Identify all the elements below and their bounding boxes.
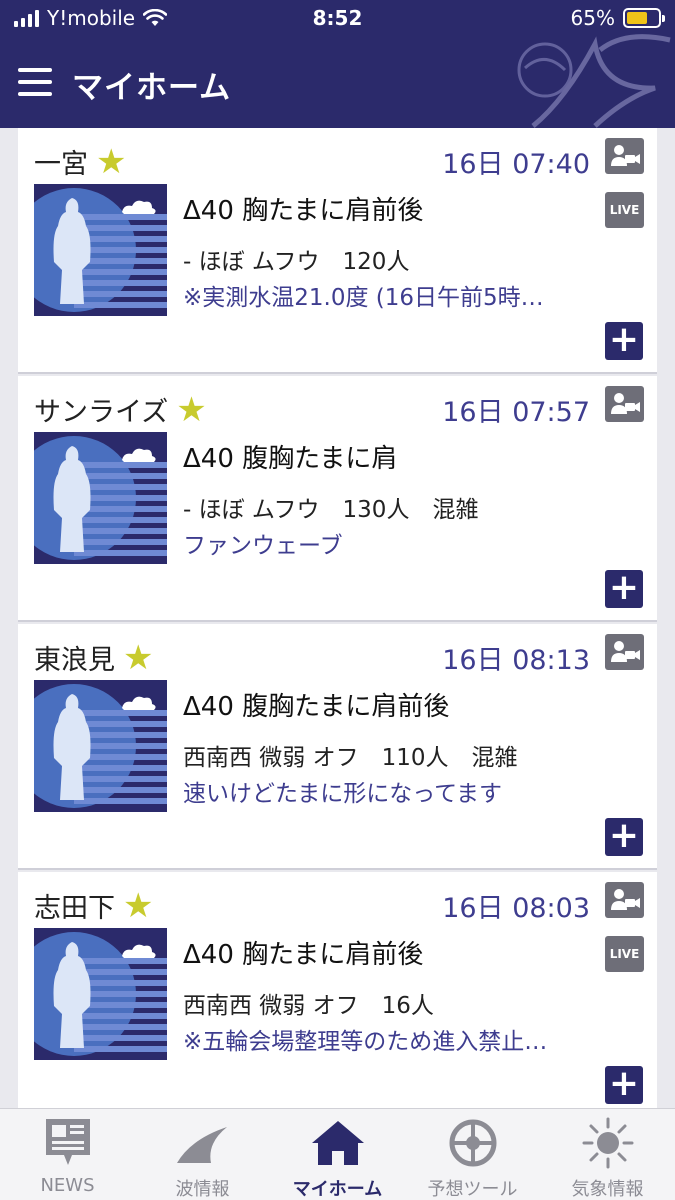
tab-label: 波情報 xyxy=(175,1179,230,1200)
tab-label: マイホーム xyxy=(292,1179,383,1200)
wind-crowd-info: 西南西 微弱 オフ 16人 xyxy=(183,993,434,1019)
hamburger-menu-icon[interactable] xyxy=(18,68,52,96)
favorite-star-icon[interactable]: ★ xyxy=(176,393,206,427)
wave-thumbnail xyxy=(34,680,167,812)
favorite-star-icon[interactable]: ★ xyxy=(123,889,153,923)
battery-percent: 65% xyxy=(570,6,615,30)
spot-name: 志田下 xyxy=(34,893,115,924)
app-header: Y!mobile 8:52 65% マイホーム xyxy=(0,0,675,128)
spot-list[interactable]: 一宮 ★ 16日 07:40 LIVE Δ40 胸たまに肩前後 - ほぼ ムフウ… xyxy=(18,128,657,1108)
spot-card[interactable]: 志田下 ★ 16日 08:03 LIVE Δ40 胸たまに肩前後 西南西 微弱 … xyxy=(18,872,657,1108)
wave-size: Δ40 胸たまに肩前後 xyxy=(183,196,424,226)
wave-size: Δ40 腹胸たまに肩 xyxy=(183,444,398,474)
wind-crowd-info: 西南西 微弱 オフ 110人 混雑 xyxy=(183,745,518,771)
spot-card[interactable]: 一宮 ★ 16日 07:40 LIVE Δ40 胸たまに肩前後 - ほぼ ムフウ… xyxy=(18,128,657,374)
spot-comment[interactable]: ※五輪会場整理等のため進入禁止… xyxy=(183,1022,547,1056)
spot-name-row: サンライズ ★ xyxy=(34,390,207,429)
wave-size: Δ40 胸たまに肩前後 xyxy=(183,940,424,970)
spot-comment[interactable]: ファンウェーブ xyxy=(183,526,343,560)
wind-crowd-info: - ほぼ ムフウ 120人 xyxy=(183,249,410,275)
page-title: マイホーム xyxy=(72,70,232,106)
tab-forecast[interactable]: 予想ツール xyxy=(405,1109,540,1200)
tab-label: 予想ツール xyxy=(427,1179,518,1200)
camera-icon[interactable] xyxy=(605,634,644,670)
spot-name-row: 東浪見 ★ xyxy=(34,638,153,677)
wave-size: Δ40 腹胸たまに肩前後 xyxy=(183,692,450,722)
add-button[interactable]: + xyxy=(605,570,643,608)
live-badge[interactable]: LIVE xyxy=(605,192,644,228)
spot-name-row: 志田下 ★ xyxy=(34,886,153,925)
report-datetime: 16日 07:40 xyxy=(442,149,590,180)
add-button[interactable]: + xyxy=(605,322,643,360)
battery-icon xyxy=(623,8,665,28)
wave-thumbnail xyxy=(34,432,167,564)
favorite-star-icon[interactable]: ★ xyxy=(123,641,153,675)
tab-bar: NEWS 波情報 マイホーム 予想ツール 気象情報 xyxy=(0,1108,675,1200)
spot-card[interactable]: 東浪見 ★ 16日 08:13 Δ40 腹胸たまに肩前後 西南西 微弱 オフ 1… xyxy=(18,624,657,870)
tab-wave-info[interactable]: 波情報 xyxy=(135,1109,270,1200)
wave-thumbnail xyxy=(34,928,167,1060)
tab-news[interactable]: NEWS xyxy=(0,1109,135,1200)
spot-name: 一宮 xyxy=(34,149,88,180)
tab-label: NEWS xyxy=(40,1175,95,1196)
weather-icon xyxy=(582,1117,633,1169)
brand-logo xyxy=(517,34,671,128)
report-datetime: 16日 07:57 xyxy=(442,397,590,428)
wave-thumbnail xyxy=(34,184,167,316)
add-button[interactable]: + xyxy=(605,1066,643,1104)
camera-icon[interactable] xyxy=(605,882,644,918)
wind-crowd-info: - ほぼ ムフウ 130人 混雑 xyxy=(183,497,479,523)
spot-comment[interactable]: 速いけどたまに形になってます xyxy=(183,774,502,808)
tab-my-home[interactable]: マイホーム xyxy=(270,1109,405,1200)
spot-comment[interactable]: ※実測水温21.0度 (16日午前5時… xyxy=(183,278,544,312)
news-icon xyxy=(45,1119,90,1165)
favorite-star-icon[interactable]: ★ xyxy=(96,145,126,179)
add-button[interactable]: + xyxy=(605,818,643,856)
report-datetime: 16日 08:13 xyxy=(442,645,590,676)
spot-name-row: 一宮 ★ xyxy=(34,142,126,181)
spot-name: サンライズ xyxy=(34,397,169,428)
camera-icon[interactable] xyxy=(605,138,644,174)
tab-weather[interactable]: 気象情報 xyxy=(540,1109,675,1200)
spot-name: 東浪見 xyxy=(34,645,115,676)
camera-icon[interactable] xyxy=(605,386,644,422)
forecast-icon xyxy=(449,1119,496,1167)
live-badge[interactable]: LIVE xyxy=(605,936,644,972)
wave-icon xyxy=(176,1127,227,1163)
tab-label: 気象情報 xyxy=(571,1179,644,1200)
spot-card[interactable]: サンライズ ★ 16日 07:57 Δ40 腹胸たまに肩 - ほぼ ムフウ 13… xyxy=(18,376,657,622)
home-icon xyxy=(311,1121,364,1165)
status-right: 65% xyxy=(570,6,665,30)
report-datetime: 16日 08:03 xyxy=(442,893,590,924)
